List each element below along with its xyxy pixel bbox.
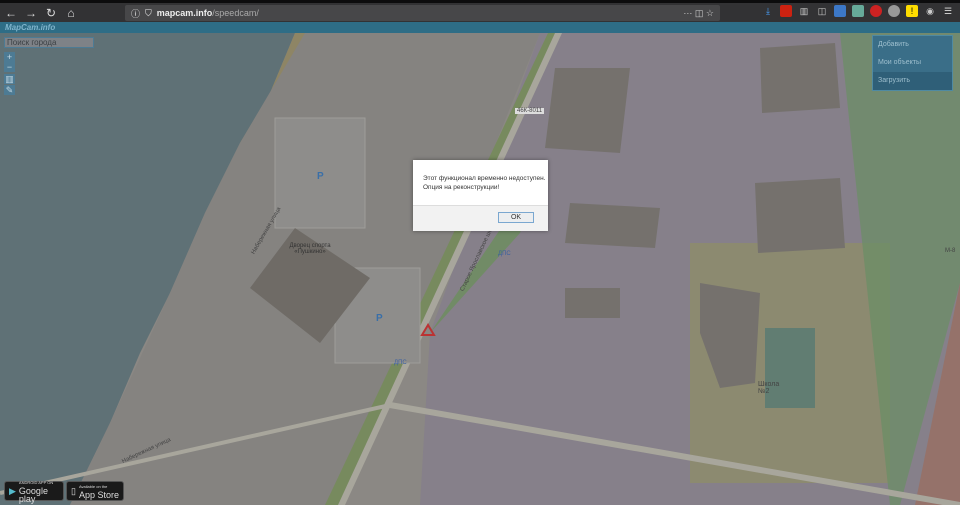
extension-icon[interactable] bbox=[888, 5, 900, 17]
browser-toolbar: ← → ↻ ⌂ ⓘ ⛉ mapcam.info/speedcam/ ··· ◫ … bbox=[0, 3, 960, 22]
shield-icon: ⛉ bbox=[145, 7, 152, 18]
extension-icon[interactable] bbox=[852, 5, 864, 17]
page-actions-icons[interactable]: ··· ◫ ☆ bbox=[683, 8, 714, 19]
dialog-message-line2: Опция на реконструкции! bbox=[423, 184, 500, 191]
back-button[interactable]: ← bbox=[2, 4, 20, 22]
translate-icon[interactable] bbox=[834, 5, 846, 17]
modal-overlay bbox=[0, 33, 960, 505]
alert-dialog: Этот функционал временно недоступен. Опц… bbox=[413, 160, 548, 231]
url-bar[interactable]: ⓘ ⛉ mapcam.info/speedcam/ ··· ◫ ☆ bbox=[125, 5, 720, 21]
account-icon[interactable]: ◉ bbox=[924, 5, 936, 17]
menu-icon[interactable]: ☰ bbox=[942, 5, 954, 17]
url-host: mapcam.info bbox=[156, 8, 213, 18]
library-icon[interactable]: ▥ bbox=[798, 5, 810, 17]
map[interactable]: 46К-8011 Дворец спорта «Пушкино» Школа №… bbox=[0, 33, 960, 505]
dialog-message-line1: Этот функционал временно недоступен. bbox=[423, 175, 546, 182]
download-icon[interactable]: ⤓ bbox=[762, 5, 774, 17]
extension-icon[interactable] bbox=[780, 5, 792, 17]
reload-button[interactable]: ↻ bbox=[42, 4, 60, 22]
ok-button[interactable]: OK bbox=[498, 212, 534, 223]
home-button[interactable]: ⌂ bbox=[62, 4, 80, 22]
extension-icon[interactable] bbox=[870, 5, 882, 17]
forward-button[interactable]: → bbox=[22, 4, 40, 22]
info-icon[interactable]: ⓘ bbox=[131, 7, 140, 20]
site-header: MapCam.info bbox=[0, 22, 960, 33]
url-path: /speedcam/ bbox=[212, 8, 259, 18]
sidebar-icon[interactable]: ◫ bbox=[816, 5, 828, 17]
extension-icon[interactable]: ! bbox=[906, 5, 918, 17]
